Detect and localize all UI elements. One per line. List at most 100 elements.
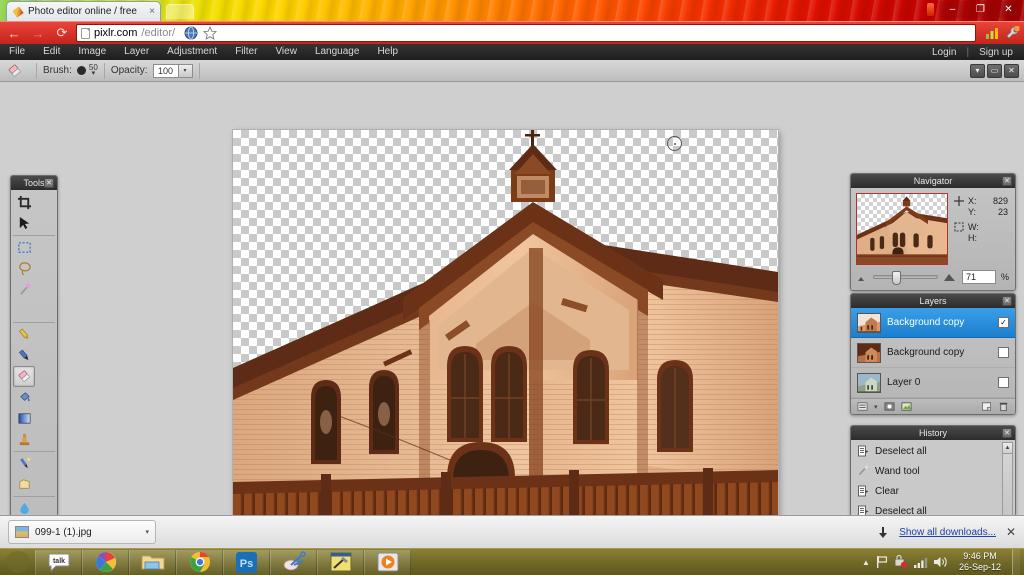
minimize-button[interactable]: – — [939, 1, 966, 18]
gradient-tool-button[interactable] — [13, 408, 35, 429]
security-shield-icon[interactable] — [894, 555, 908, 569]
navigator-close-icon[interactable]: ✕ — [1002, 176, 1012, 186]
eraser-tool-button[interactable] — [13, 366, 35, 387]
menu-filter[interactable]: Filter — [226, 44, 266, 60]
new-layer-icon[interactable] — [981, 401, 992, 412]
layer-visibility-checkbox[interactable]: ✓ — [998, 317, 1009, 328]
layer-menu-caret-icon[interactable]: ▾ — [874, 403, 878, 411]
tools-panel-close-icon[interactable]: ✕ — [44, 178, 54, 188]
wand-icon — [858, 465, 869, 476]
maximize-button[interactable]: ❐ — [967, 1, 994, 18]
layer-visibility-checkbox[interactable] — [998, 377, 1009, 388]
crop-tool-button[interactable] — [13, 192, 35, 213]
layer-row[interactable]: Background copy — [851, 338, 1015, 368]
brush-preview-icon[interactable] — [76, 66, 86, 75]
drawing-tool-button[interactable] — [13, 474, 35, 495]
history-item[interactable]: Deselect all — [851, 441, 1015, 461]
large-mountain-icon[interactable] — [943, 273, 957, 282]
menu-layer[interactable]: Layer — [115, 44, 158, 60]
zoom-value-input[interactable]: 71 — [961, 270, 996, 284]
navigator-thumbnail[interactable] — [856, 193, 948, 265]
eraser-brush-cursor — [667, 136, 682, 151]
wrench-menu-icon[interactable] — [1004, 25, 1020, 41]
menu-help[interactable]: Help — [368, 44, 407, 60]
system-tray: ▲ 9:46 PM 26-Sep-12 — [862, 549, 1024, 575]
move-tool-button[interactable] — [13, 213, 35, 234]
resource-hacker-icon[interactable] — [317, 549, 364, 575]
small-mountain-icon[interactable] — [857, 273, 868, 282]
svg-text:talk: talk — [52, 558, 64, 565]
history-close-icon[interactable]: ✕ — [1002, 428, 1012, 438]
browser-tab[interactable]: Photo editor online / free × — [6, 1, 161, 21]
editor-maximize-button[interactable]: ▭ — [987, 63, 1002, 78]
menu-file[interactable]: File — [0, 44, 34, 60]
smudge-tool-button[interactable] — [13, 453, 35, 474]
globe-icon[interactable] — [183, 25, 199, 41]
brush-size-stepper[interactable]: 50 ▾ — [89, 64, 98, 78]
snipping-tool-icon[interactable] — [270, 549, 317, 575]
opacity-dropdown-icon[interactable]: ▾ — [178, 63, 193, 78]
media-player-icon[interactable] — [364, 549, 411, 575]
lasso-tool-button[interactable] — [13, 258, 35, 279]
download-menu-caret-icon[interactable]: ▾ — [145, 528, 149, 536]
menu-image[interactable]: Image — [69, 44, 115, 60]
history-item[interactable]: Wand tool — [851, 461, 1015, 481]
menu-view[interactable]: View — [266, 44, 306, 60]
layers-close-icon[interactable]: ✕ — [1002, 296, 1012, 306]
zoom-slider[interactable] — [873, 271, 938, 285]
tab-close-icon[interactable]: × — [149, 6, 155, 17]
picasa-icon[interactable] — [82, 549, 129, 575]
back-button[interactable]: ← — [4, 23, 24, 43]
scroll-up-icon[interactable]: ▲ — [1003, 443, 1012, 454]
close-button[interactable]: ✕ — [995, 1, 1022, 18]
image-canvas[interactable] — [233, 130, 778, 539]
login-link[interactable]: Login — [927, 47, 961, 58]
show-all-downloads-link[interactable]: Show all downloads... — [899, 527, 996, 538]
clone-stamp-tool-button[interactable] — [13, 429, 35, 450]
extension-bars-icon[interactable] — [984, 25, 1000, 41]
layer-mask-icon[interactable] — [884, 401, 895, 412]
bookmark-star-icon[interactable] — [202, 25, 218, 41]
marquee-select-tool-button[interactable] — [13, 237, 35, 258]
editor-close-button[interactable]: ✕ — [1004, 63, 1019, 78]
download-item[interactable]: 099-1 (1).jpg ▾ — [8, 520, 156, 544]
account-links: Login | Sign up — [927, 47, 1024, 58]
wand-select-tool-button[interactable] — [13, 279, 35, 300]
menu-edit[interactable]: Edit — [34, 44, 69, 60]
new-tab-button[interactable] — [166, 4, 194, 19]
delete-layer-icon[interactable] — [998, 401, 1009, 412]
workspace[interactable]: Tools ✕ Navigator ✕ X: 829 Y: 23 W: H: 7… — [0, 83, 1024, 575]
show-desktop-button[interactable] — [1012, 549, 1020, 575]
layer-row[interactable]: Layer 0 — [851, 368, 1015, 398]
signup-link[interactable]: Sign up — [974, 47, 1018, 58]
forward-button[interactable]: → — [28, 23, 48, 43]
flag-action-center-icon[interactable] — [875, 555, 889, 569]
history-item[interactable]: Clear — [851, 481, 1015, 501]
taskbar-clock[interactable]: 9:46 PM 26-Sep-12 — [953, 551, 1007, 573]
photoshop-icon[interactable]: Ps — [223, 549, 270, 575]
pencil-tool-button[interactable] — [13, 324, 35, 345]
editor-minimize-button[interactable]: ▾ — [970, 63, 985, 78]
tray-expand-caret-icon[interactable]: ▲ — [862, 558, 870, 567]
layer-row[interactable]: Background copy ✓ — [851, 308, 1015, 338]
chrome-browser-window: Photo editor online / free × – ❐ ✕ ← → ⟳… — [0, 0, 1024, 575]
google-chrome-icon[interactable] — [176, 549, 223, 575]
network-signal-icon[interactable] — [913, 555, 928, 569]
address-bar[interactable]: pixlr.com/editor/ — [76, 24, 976, 42]
file-explorer-icon[interactable] — [129, 549, 176, 575]
brush-tool-button[interactable] — [13, 345, 35, 366]
menu-adjustment[interactable]: Adjustment — [158, 44, 226, 60]
opacity-input[interactable]: 100 — [152, 63, 179, 78]
menu-language[interactable]: Language — [306, 44, 369, 60]
layer-visibility-checkbox[interactable] — [998, 347, 1009, 358]
reload-button[interactable]: ⟳ — [52, 23, 72, 43]
volume-icon[interactable] — [933, 555, 948, 569]
start-orb-icon[interactable] — [1, 550, 35, 575]
layer-menu-icon[interactable] — [857, 401, 868, 412]
download-bar-close-icon[interactable]: ✕ — [1006, 525, 1016, 539]
zoom-slider-thumb[interactable] — [891, 271, 901, 285]
paint-bucket-tool-button[interactable] — [13, 387, 35, 408]
layer-style-icon[interactable] — [901, 401, 912, 412]
navigator-x: X: 829 — [968, 196, 1008, 207]
google-talk-icon[interactable]: talk — [35, 549, 82, 575]
